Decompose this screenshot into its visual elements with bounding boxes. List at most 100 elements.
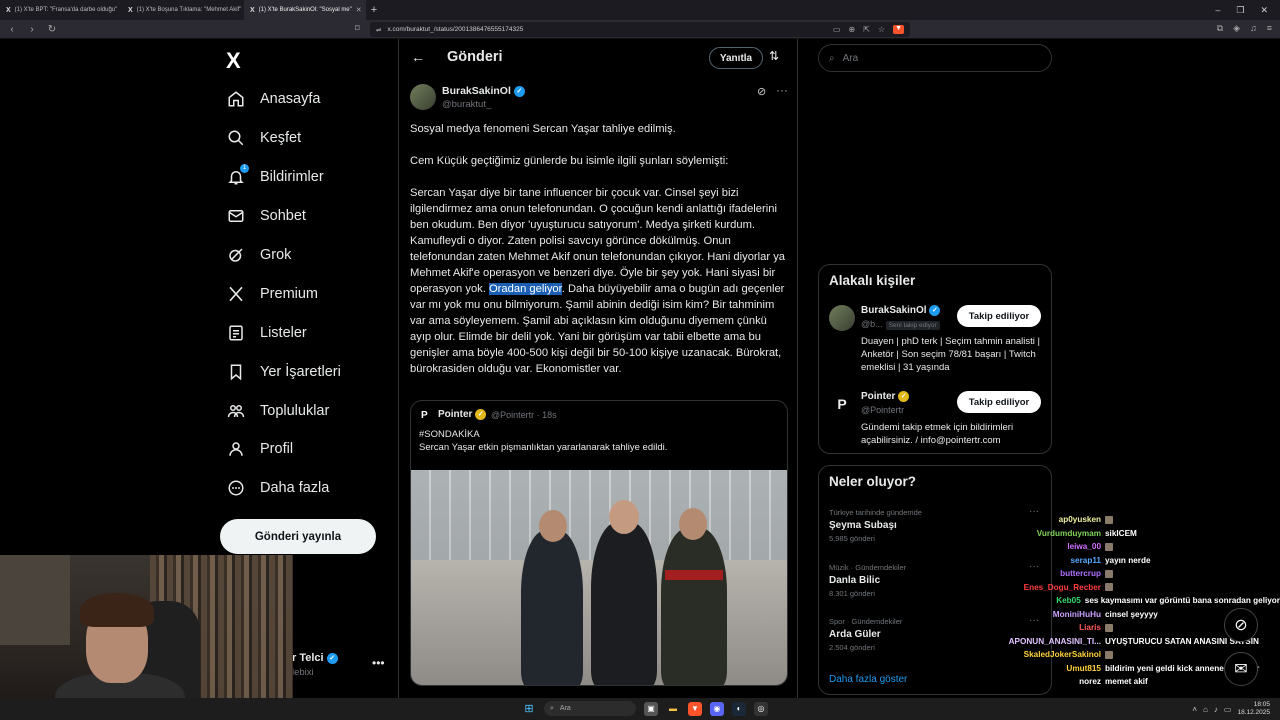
pointer-logo-icon[interactable]: P bbox=[829, 391, 855, 417]
task-view-icon[interactable]: ▣ bbox=[644, 701, 658, 716]
media-icon[interactable]: ♫ bbox=[1250, 23, 1257, 34]
chat-emote-icon bbox=[1105, 623, 1113, 632]
search-icon: ⌕ bbox=[829, 52, 835, 64]
url-field[interactable]: ⇌ x.com/buraktut_/status/200138647655517… bbox=[370, 22, 910, 37]
clock[interactable]: 18:05 18.12.2025 bbox=[1237, 701, 1270, 717]
messages-float-icon[interactable]: ✉ bbox=[1224, 652, 1258, 686]
following-button[interactable]: Takip ediliyor bbox=[957, 305, 1041, 327]
browser-tab-3[interactable]: X (1) X'te BurakSakinOl: "Sosyal me" ✕ bbox=[244, 0, 366, 20]
browser-tab-1[interactable]: X(1) X'te BPT: "Fransa'da darbe olduğu"✕ bbox=[0, 0, 122, 20]
share-icon[interactable]: ⇱ bbox=[863, 25, 870, 34]
chat-username[interactable]: buttercrup bbox=[990, 569, 1105, 578]
nav-item-explore[interactable]: Keşfet bbox=[226, 119, 341, 158]
speaker-icon[interactable]: ♪ bbox=[1214, 705, 1218, 714]
reply-button[interactable]: Yanıtla bbox=[709, 47, 763, 69]
address-bar-row: ‹ › ↻ ⌑ ⇌ x.com/buraktut_/status/2001386… bbox=[0, 20, 1280, 39]
chat-username[interactable]: Vurdumduymam bbox=[990, 529, 1105, 538]
show-more-link[interactable]: Daha fazla göster bbox=[829, 674, 907, 685]
nav-item-lists[interactable]: Listeler bbox=[226, 313, 341, 352]
x-logo-icon: X bbox=[128, 6, 133, 14]
quote-photo[interactable] bbox=[411, 470, 787, 685]
screen-icon[interactable]: ▭ bbox=[833, 25, 841, 34]
nav-item-notifications[interactable]: 1 Bildirimler bbox=[226, 158, 341, 197]
author-handle[interactable]: @buraktut_ bbox=[442, 99, 491, 110]
chat-username[interactable]: leiwa_00 bbox=[990, 542, 1105, 551]
nav-item-grok[interactable]: Grok bbox=[226, 236, 341, 275]
reload-icon[interactable]: ↻ bbox=[46, 24, 58, 35]
grok-float-icon[interactable]: ⊘ bbox=[1224, 608, 1258, 642]
wallet-icon[interactable]: ◈ bbox=[1233, 23, 1240, 34]
restore-icon[interactable]: ❐ bbox=[1236, 5, 1244, 16]
grok-explain-icon[interactable]: ⊘ bbox=[757, 85, 766, 98]
new-tab-button[interactable]: + bbox=[366, 4, 382, 16]
x-logo[interactable]: X bbox=[226, 48, 241, 74]
more-options-icon[interactable]: ··· bbox=[776, 83, 788, 97]
window-controls: – ❐ ✕ bbox=[1215, 5, 1280, 16]
nav-item-premium[interactable]: Premium bbox=[226, 274, 341, 313]
author-avatar[interactable] bbox=[410, 84, 436, 110]
search-input[interactable]: ⌕ Ara bbox=[818, 44, 1052, 72]
author-name[interactable]: BurakSakinOl ✓ bbox=[442, 85, 525, 97]
nav-item-more[interactable]: Daha fazla bbox=[226, 469, 341, 508]
taskbar: ⊞ ⌕ Ara ▣ ▬ ▼ ◉ ◐ ◎ ˄ ⌂ ♪ ▭ 18:05 18.12.2… bbox=[0, 698, 1280, 720]
zoom-icon[interactable]: ⊕ bbox=[848, 25, 855, 34]
search-icon bbox=[226, 128, 246, 148]
star-icon[interactable]: ☆ bbox=[878, 25, 885, 34]
battery-icon[interactable]: ▭ bbox=[1224, 705, 1232, 714]
back-arrow-icon[interactable]: ← bbox=[411, 49, 425, 65]
nav-item-chat[interactable]: Sohbet bbox=[226, 197, 341, 236]
taskbar-search[interactable]: ⌕ Ara bbox=[544, 701, 636, 716]
brave-shield-icon[interactable]: ▼ bbox=[893, 25, 904, 34]
following-button[interactable]: Takip ediliyor bbox=[957, 391, 1041, 413]
more-circle-icon bbox=[226, 478, 246, 498]
chat-text: sikICEM bbox=[1105, 528, 1137, 538]
chat-username[interactable]: ap0yusken bbox=[990, 515, 1105, 524]
menu-icon[interactable]: ≡ bbox=[1267, 23, 1272, 34]
cam-person-hair bbox=[80, 593, 154, 627]
extensions-icon[interactable]: ⧉ bbox=[1217, 23, 1223, 34]
site-info-icon[interactable]: ⇌ bbox=[376, 26, 381, 34]
windows-start-icon[interactable]: ⊞ bbox=[522, 702, 536, 716]
chat-username[interactable]: serap11 bbox=[990, 556, 1105, 565]
nav-item-bookmarks[interactable]: Yer İşaretleri bbox=[226, 352, 341, 391]
nav-item-profile[interactable]: Profil bbox=[226, 430, 341, 469]
page-title: Gönderi bbox=[447, 49, 503, 65]
network-icon[interactable]: ⌂ bbox=[1203, 705, 1208, 714]
account-more-icon[interactable]: ••• bbox=[372, 656, 385, 670]
close-window-icon[interactable]: ✕ bbox=[1260, 5, 1268, 16]
browser-tab-2[interactable]: X(1) X'te Boşuna Tıklama: "Mehmet Akif"✕ bbox=[122, 0, 244, 20]
account-name[interactable]: r Telci ✓ bbox=[292, 652, 338, 664]
post-button[interactable]: Gönderi yayınla bbox=[220, 519, 376, 554]
chat-username[interactable]: Enes_Dogu_Recber bbox=[990, 583, 1105, 592]
chevron-up-icon[interactable]: ˄ bbox=[1192, 705, 1197, 714]
chat-username[interactable]: Liaris bbox=[990, 623, 1105, 632]
steam-icon[interactable]: ◐ bbox=[732, 701, 746, 716]
brave-icon[interactable]: ▼ bbox=[688, 701, 702, 716]
browser-tab-bar: X(1) X'te BPT: "Fransa'da darbe olduğu"✕… bbox=[0, 0, 1280, 20]
nav-item-home[interactable]: Anasayfa bbox=[226, 80, 341, 119]
avatar[interactable] bbox=[829, 305, 855, 331]
quote-author[interactable]: Pointer ✓ bbox=[438, 409, 487, 420]
quoted-tweet[interactable]: P Pointer ✓ @Pointertr · 18s #SONDAKİKA … bbox=[410, 400, 788, 686]
chat-username[interactable]: norez bbox=[990, 677, 1105, 686]
chat-emote-icon bbox=[1105, 569, 1113, 578]
folder-icon[interactable]: ▬ bbox=[666, 702, 680, 716]
chat-text: yayın nerde bbox=[1105, 555, 1151, 565]
obs-icon[interactable]: ◎ bbox=[754, 701, 768, 716]
bookmark-page-icon[interactable]: ⌑ bbox=[355, 23, 360, 34]
chat-username[interactable]: Keb05 bbox=[990, 596, 1085, 605]
verified-gold-icon: ✓ bbox=[898, 391, 910, 402]
chat-username[interactable]: SkaledJokerSakinol bbox=[990, 650, 1105, 659]
minimize-icon[interactable]: – bbox=[1215, 5, 1220, 16]
settings-sliders-icon[interactable]: ⇅ bbox=[769, 49, 779, 63]
chat-username[interactable]: APONUN_ANASINI_TI... bbox=[990, 637, 1105, 646]
profile-icon bbox=[226, 439, 246, 459]
nav-item-communities[interactable]: Topluluklar bbox=[226, 391, 341, 430]
chat-username[interactable]: MoniniHuHu bbox=[990, 610, 1105, 619]
account-handle: lebixi bbox=[292, 667, 314, 678]
back-nav-icon[interactable]: ‹ bbox=[6, 24, 18, 35]
forward-nav-icon[interactable]: › bbox=[26, 24, 38, 35]
chat-username[interactable]: Umut815 bbox=[990, 664, 1105, 673]
close-tab-icon[interactable]: ✕ bbox=[356, 6, 362, 14]
discord-icon[interactable]: ◉ bbox=[710, 701, 724, 716]
